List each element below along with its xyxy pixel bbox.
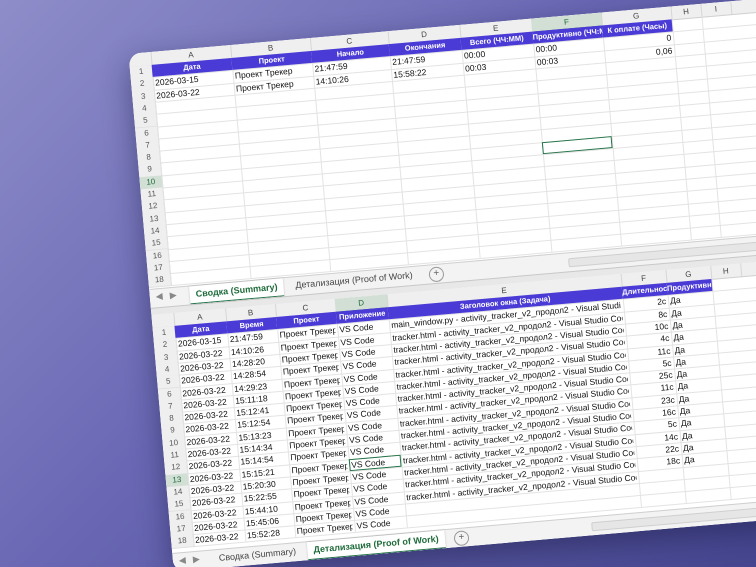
tab-next-icon[interactable]: ▶ — [192, 554, 200, 566]
row-header-18[interactable]: 18 — [147, 273, 172, 289]
desktop-background: ABCDEFGHI 1 2 3 4 5 6 7 8 9 10 11 12 13 14 15 16 17 18 Дат… — [0, 0, 756, 567]
column-header-h[interactable]: H — [670, 3, 703, 20]
column-header-i[interactable]: I — [700, 1, 733, 17]
tab-prev-icon[interactable]: ◀ — [178, 555, 186, 567]
spreadsheet-window: ABCDEFGHI 1 2 3 4 5 6 7 8 9 10 11 12 13 14 15 16 17 18 Дат… — [128, 0, 756, 567]
add-sheet-button[interactable]: + — [428, 266, 445, 283]
row-header-18[interactable]: 18 — [170, 534, 195, 550]
table-cell[interactable]: 2026-03-22 — [195, 530, 244, 546]
tab-summary[interactable]: Сводка (Summary) — [212, 543, 303, 567]
summary-sheet-pane: ABCDEFGHI 1 2 3 4 5 6 7 8 9 10 11 12 13 14 15 16 17 18 Дат… — [128, 0, 756, 308]
add-sheet-button[interactable]: + — [453, 530, 470, 547]
tab-prev-icon[interactable]: ◀ — [155, 291, 163, 303]
column-header-h[interactable]: H — [710, 263, 743, 279]
tab-next-icon[interactable]: ▶ — [169, 290, 177, 302]
